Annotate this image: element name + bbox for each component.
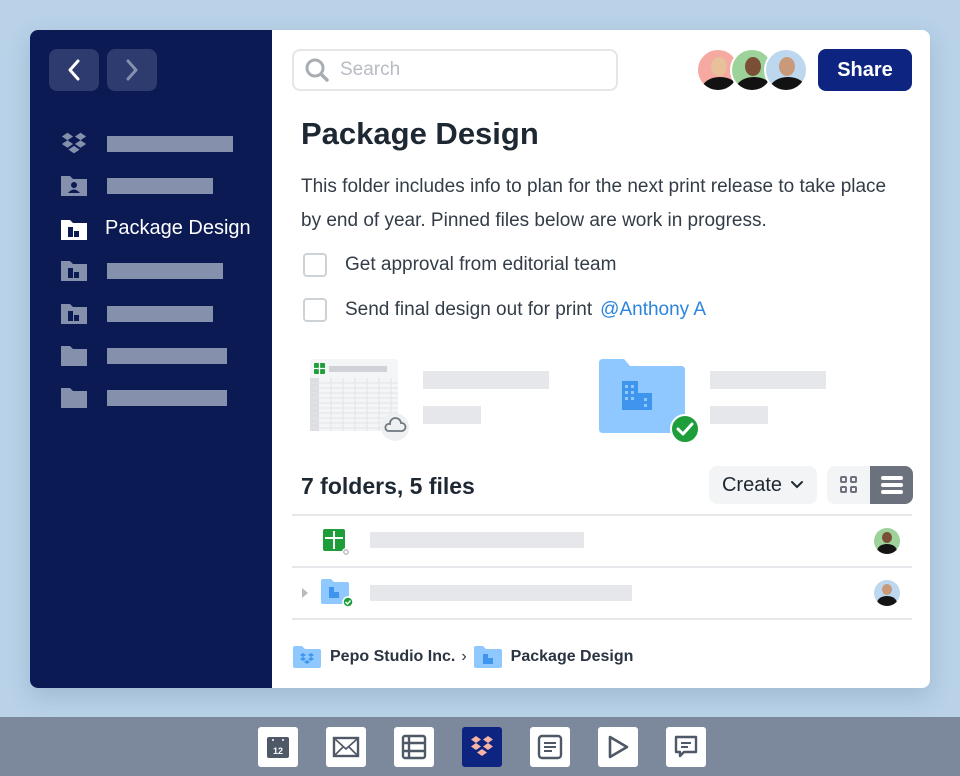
team-folder-large-icon	[599, 359, 700, 444]
todo-text: Get approval from editorial team	[345, 254, 617, 275]
team-folder-icon	[60, 260, 88, 282]
create-label: Create	[721, 473, 783, 496]
folder-name-placeholder	[370, 585, 632, 601]
breadcrumb-item[interactable]: Pepo Studio Inc.	[292, 645, 455, 669]
dock-document[interactable]	[530, 727, 570, 767]
create-dropdown-button[interactable]: Create	[709, 466, 817, 504]
folder-description: This folder includes info to plan for th…	[301, 176, 887, 231]
team-folder-icon	[321, 579, 354, 608]
search-input[interactable]	[340, 59, 600, 81]
owner-avatar	[874, 580, 900, 606]
sidebar-item-label-placeholder	[107, 348, 227, 364]
file-count-summary: 7 folders, 5 files	[301, 473, 475, 499]
team-folder-icon	[473, 646, 502, 668]
forward-button[interactable]	[107, 49, 157, 91]
calendar-icon: 12	[267, 737, 289, 758]
folder-icon	[60, 345, 88, 367]
dock-dropbox[interactable]	[462, 727, 502, 767]
sidebar-item-label-placeholder	[107, 136, 233, 152]
breadcrumb-separator: ›	[461, 648, 467, 665]
mention-link[interactable]: @Anthony A	[600, 299, 706, 321]
sidebar: Package Design	[30, 30, 272, 688]
page-title: Package Design	[301, 116, 539, 151]
dropbox-icon	[471, 736, 493, 756]
file-row[interactable]	[292, 516, 912, 566]
dock-chat[interactable]	[666, 727, 706, 767]
sidebar-item-package-design[interactable]: Package Design	[60, 217, 260, 242]
breadcrumb-item[interactable]: Package Design	[473, 645, 634, 669]
grid-view-icon	[839, 476, 857, 493]
dropbox-icon	[60, 132, 88, 155]
sidebar-item-label-placeholder	[107, 306, 213, 322]
sidebar-item-label-placeholder	[107, 390, 227, 406]
breadcrumb: Pepo Studio Inc. › Package Design	[292, 644, 633, 670]
sidebar-item-home[interactable]	[60, 132, 260, 156]
owner-avatar	[874, 528, 900, 554]
file-meta-placeholder	[423, 406, 481, 424]
list-view-button[interactable]	[870, 466, 913, 504]
shared-folder-icon	[60, 175, 88, 197]
file-meta-placeholder	[710, 406, 768, 424]
todo-checkbox[interactable]	[303, 253, 327, 277]
dock-mail[interactable]	[326, 727, 366, 767]
app-window: Package Design Search Share Package Desi…	[30, 30, 930, 688]
dock-list[interactable]	[394, 727, 434, 767]
sidebar-item-label: Package Design	[105, 217, 251, 239]
spreadsheet-thumbnail-icon	[310, 359, 409, 441]
list-view-icon	[880, 476, 903, 494]
pinned-folder[interactable]	[597, 357, 847, 447]
taskbar: 12	[0, 717, 960, 776]
avatar[interactable]	[764, 48, 808, 92]
pinned-file-spreadsheet[interactable]	[308, 357, 558, 447]
dock-video[interactable]	[598, 727, 638, 767]
file-name-placeholder	[423, 371, 549, 389]
file-name-placeholder	[370, 532, 584, 548]
todo-item: Send final design out for print @Anthony…	[303, 297, 706, 323]
sidebar-item-shared[interactable]	[60, 174, 260, 198]
sidebar-item-team-folder[interactable]	[60, 259, 260, 283]
dock-calendar[interactable]: 12	[258, 727, 298, 767]
chevron-left-icon	[68, 59, 80, 81]
spreadsheet-icon	[323, 529, 350, 556]
mail-icon	[332, 736, 360, 758]
todo-checkbox[interactable]	[303, 298, 327, 322]
share-button[interactable]: Share	[818, 49, 912, 91]
play-icon	[608, 735, 629, 759]
sidebar-item-folder[interactable]	[60, 344, 260, 368]
chevron-right-icon	[126, 59, 138, 81]
main-panel: Share Package Design This folder include…	[272, 30, 930, 688]
team-folder-icon	[60, 303, 88, 325]
list-icon	[401, 734, 427, 760]
back-button[interactable]	[49, 49, 99, 91]
view-mode-toggle	[827, 466, 913, 504]
member-avatars[interactable]	[696, 48, 808, 92]
sidebar-item-folder[interactable]	[60, 386, 260, 410]
folder-icon	[60, 387, 88, 409]
todo-item: Get approval from editorial team	[303, 252, 616, 278]
chat-icon	[674, 735, 698, 758]
svg-text:12: 12	[273, 746, 283, 756]
search-icon	[305, 58, 329, 82]
breadcrumb-label: Package Design	[510, 648, 634, 665]
file-name-placeholder	[710, 371, 826, 389]
divider	[292, 618, 912, 620]
document-icon	[537, 734, 563, 760]
expand-arrow-icon[interactable]	[300, 587, 310, 599]
team-folder-icon	[60, 219, 88, 241]
sidebar-item-team-folder[interactable]	[60, 302, 260, 326]
sidebar-item-label-placeholder	[107, 263, 223, 279]
chevron-down-icon	[791, 481, 804, 489]
dropbox-folder-icon	[293, 646, 321, 668]
folder-row[interactable]	[292, 568, 912, 618]
search-box[interactable]	[292, 49, 618, 91]
todo-text: Send final design out for print	[345, 299, 593, 320]
sidebar-item-label-placeholder	[107, 178, 213, 194]
breadcrumb-label: Pepo Studio Inc.	[330, 648, 456, 665]
grid-view-button[interactable]	[827, 466, 870, 504]
